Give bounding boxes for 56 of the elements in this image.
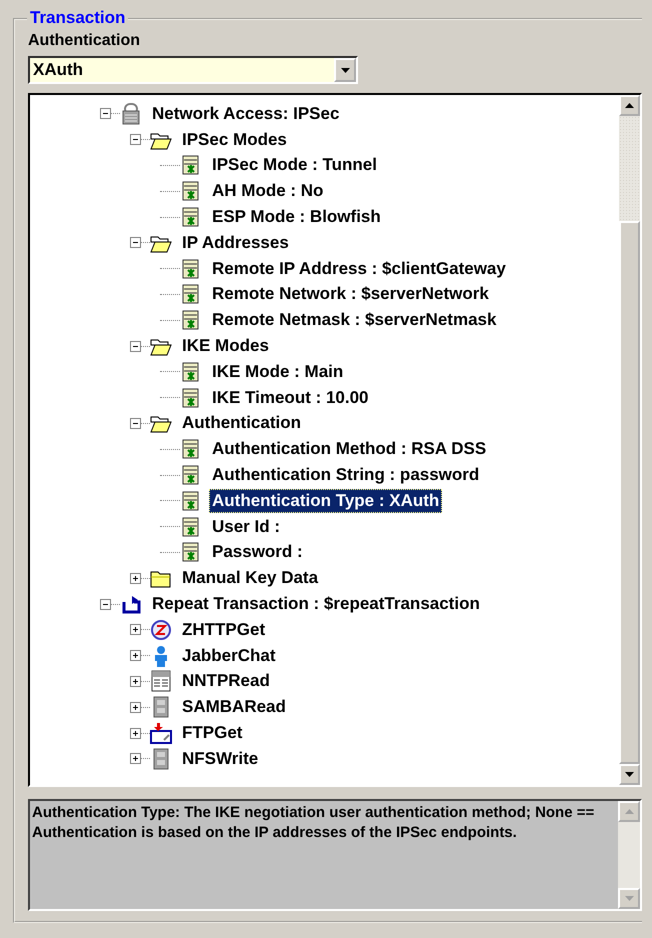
up-arrow-icon [625,103,634,108]
collapse-icon[interactable] [100,108,111,120]
dropdown-button[interactable] [334,58,356,82]
expand-icon[interactable] [130,676,141,687]
tree-item[interactable]: Remote IP Address : $clientGateway [209,256,509,281]
collapse-icon[interactable] [100,598,111,610]
tree-item[interactable]: Authentication Type : XAuth [209,488,442,513]
caret-icon [340,68,350,72]
expand-icon[interactable] [130,728,141,739]
scroll-up-button[interactable] [619,95,640,116]
expand-icon[interactable] [130,624,141,636]
tree-item[interactable]: Authentication String : password [209,463,482,488]
tree-item[interactable]: IKE Mode : Main [209,360,346,384]
tree-item[interactable]: SAMBARead [179,695,289,720]
down-arrow-icon [624,896,634,901]
tree-item[interactable]: Remote Network : $serverNetwork [209,282,492,306]
tree-item[interactable]: User Id : [209,514,284,539]
collapse-icon[interactable] [130,340,141,352]
tree-item[interactable]: NNTPRead [179,669,273,694]
tree-item[interactable]: ESP Mode : Blowfish [209,205,384,230]
expand-icon[interactable] [130,702,141,713]
tree-item[interactable]: Authentication [179,411,304,436]
tree-item[interactable]: NFSWrite [179,746,262,771]
tree-item[interactable]: Repeat Transaction : $repeatTransaction [149,592,483,616]
expand-icon[interactable] [130,753,141,764]
tree-item[interactable]: FTPGet [179,721,246,746]
collapse-icon[interactable] [130,418,141,429]
tree-item[interactable]: AH Mode : No [209,179,326,204]
up-arrow-icon [624,809,634,814]
tree-item[interactable]: IP Addresses [179,230,292,255]
tree-item[interactable]: Manual Key Data [179,566,322,590]
down-arrow-icon [625,772,634,777]
tree-item[interactable]: IKE Modes [179,334,272,358]
repeat-icon [120,593,142,616]
expand-icon[interactable] [130,650,141,662]
tree-item[interactable]: IPSec Modes [179,128,290,152]
collapse-icon[interactable] [130,237,141,248]
tree-item[interactable]: Network Access: IPSec [149,102,342,126]
scroll-down-button[interactable] [619,764,640,785]
tree-item[interactable]: JabberChat [179,644,279,668]
tree-item[interactable]: Password : [209,540,306,564]
tree-item[interactable]: Remote Netmask : $serverNetmask [209,308,500,332]
field-label: Authentication [28,32,140,50]
newspaper-icon [150,670,172,692]
expand-icon[interactable] [130,572,141,584]
description-text: Authentication Type: The IKE negotiation user authentication method; None == Authentication is based on the IP addresses of the IPSec endpoints. [30,801,618,909]
scrollbar[interactable] [619,95,640,785]
tree-item[interactable]: Authentication Method : RSA DSS [209,437,490,462]
lock-icon [120,102,142,125]
tree-item[interactable]: IKE Timeout : 10.00 [209,386,372,410]
authentication-dropdown[interactable]: XAuth [28,56,358,84]
scroll-thumb[interactable] [619,221,640,764]
tree-item[interactable]: ZHTTPGet [179,618,268,642]
globe-icon [150,618,172,641]
collapse-icon[interactable] [130,134,141,146]
tree-item[interactable]: IPSec Mode : Tunnel [209,153,380,178]
